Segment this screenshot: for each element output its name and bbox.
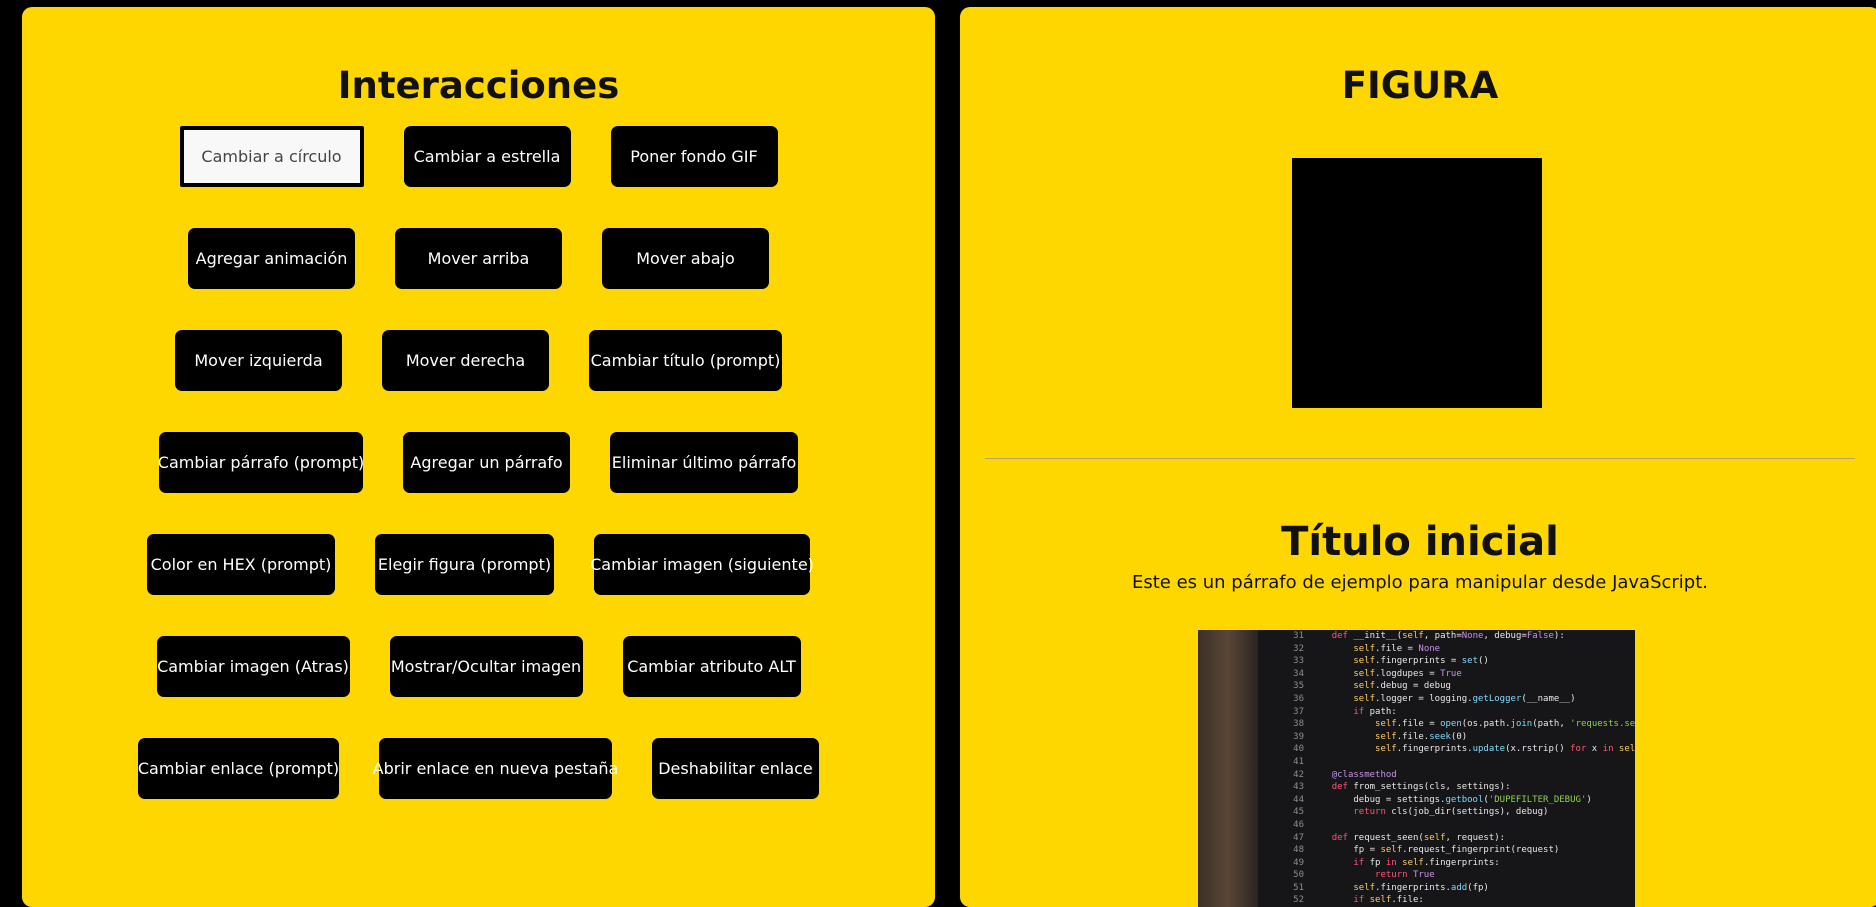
disable-link-button[interactable]: Deshabilitar enlace bbox=[652, 738, 819, 799]
code-line: self.file.seek(0) bbox=[1375, 731, 1468, 742]
code-line: self.fingerprints = set() bbox=[1353, 656, 1489, 667]
line-number: 33 bbox=[1293, 656, 1304, 667]
code-line: return cls(job_dir(settings), debug) bbox=[1353, 807, 1549, 818]
code-line: debug = settings.getbool('DUPEFILTER_DEB… bbox=[1310, 794, 1592, 805]
line-number: 48 bbox=[1293, 845, 1304, 856]
button-row-1: Cambiar a círculo Cambiar a estrella Pon… bbox=[22, 126, 935, 187]
code-line: self.file = open(os.path.join(path, 'req… bbox=[1375, 719, 1635, 730]
change-alt-attribute-button[interactable]: Cambiar atributo ALT bbox=[622, 636, 801, 697]
set-gif-background-button[interactable]: Poner fondo GIF bbox=[610, 126, 778, 187]
code-line: if fp in self.fingerprints: bbox=[1353, 857, 1500, 868]
laptop-bezel bbox=[1198, 630, 1258, 907]
change-title-prompt-button[interactable]: Cambiar título (prompt) bbox=[589, 330, 782, 391]
code-line: self.fingerprints.add(fp) bbox=[1353, 882, 1489, 893]
line-number: 34 bbox=[1293, 668, 1304, 679]
move-up-button[interactable]: Mover arriba bbox=[395, 228, 562, 289]
code-line: self.fingerprints.update(x.rstrip() for … bbox=[1375, 744, 1635, 755]
line-number: 32 bbox=[1293, 643, 1304, 654]
code-lines: def __init__(self, path=None, debug=Fals… bbox=[1310, 630, 1635, 907]
code-line: def __init__(self, path=None, debug=Fals… bbox=[1331, 631, 1565, 641]
button-row-7: Cambiar enlace (prompt) Abrir enlace en … bbox=[22, 738, 935, 799]
open-link-new-tab-button[interactable]: Abrir enlace en nueva pestaña bbox=[373, 738, 618, 799]
line-number: 51 bbox=[1293, 882, 1304, 893]
line-number: 46 bbox=[1293, 819, 1304, 830]
line-number: 47 bbox=[1293, 832, 1304, 843]
figure-title: FIGURA bbox=[1341, 64, 1499, 107]
add-paragraph-button[interactable]: Agregar un párrafo bbox=[403, 432, 570, 493]
line-number: 38 bbox=[1293, 719, 1304, 730]
line-number-gutter: 31 32 33 34 35 36 37 38 39 40 41 42 43 44 45 46 47 48 49 50… bbox=[1274, 630, 1304, 907]
change-link-prompt-button[interactable]: Cambiar enlace (prompt) bbox=[138, 738, 339, 799]
choose-shape-prompt-button[interactable]: Elegir figura (prompt) bbox=[375, 534, 554, 595]
line-number: 35 bbox=[1293, 681, 1304, 692]
main-paragraph: Este es un párrafo de ejemplo para manip… bbox=[1131, 572, 1709, 593]
remove-last-paragraph-button[interactable]: Eliminar último párrafo bbox=[610, 432, 798, 493]
line-number: 31 bbox=[1293, 631, 1304, 641]
code-line: self.file = None bbox=[1353, 643, 1441, 654]
hex-color-prompt-button[interactable]: Color en HEX (prompt) bbox=[147, 534, 335, 595]
button-row-2: Agregar animación Mover arriba Mover aba… bbox=[22, 228, 935, 289]
button-row-6: Cambiar imagen (Atras) Mostrar/Ocultar i… bbox=[22, 636, 935, 697]
figure-panel: FIGURA Título inicial Este es un párrafo… bbox=[960, 7, 1876, 907]
line-number: 45 bbox=[1293, 807, 1304, 818]
line-number: 40 bbox=[1293, 744, 1304, 755]
code-image: 31 32 33 34 35 36 37 38 39 40 41 42 43 44 45 46 47 48 49 50… bbox=[1198, 630, 1635, 907]
line-number: 52 bbox=[1293, 895, 1304, 906]
main-heading: Título inicial bbox=[1281, 519, 1559, 565]
change-paragraph-prompt-button[interactable]: Cambiar párrafo (prompt) bbox=[158, 432, 364, 493]
line-number: 44 bbox=[1293, 794, 1304, 805]
add-animation-button[interactable]: Agregar animación bbox=[188, 228, 355, 289]
move-left-button[interactable]: Mover izquierda bbox=[175, 330, 342, 391]
line-number: 50 bbox=[1293, 870, 1304, 881]
code-line: self.debug = debug bbox=[1353, 681, 1451, 692]
button-row-5: Color en HEX (prompt) Elegir figura (pro… bbox=[22, 534, 935, 595]
figure-shape bbox=[1292, 158, 1542, 408]
move-right-button[interactable]: Mover derecha bbox=[382, 330, 549, 391]
move-down-button[interactable]: Mover abajo bbox=[602, 228, 769, 289]
code-line: @classmethod bbox=[1331, 769, 1397, 780]
toggle-image-button[interactable]: Mostrar/Ocultar imagen bbox=[389, 636, 583, 697]
line-number: 39 bbox=[1293, 731, 1304, 742]
code-line: if path: bbox=[1353, 706, 1397, 717]
interactions-panel: Interacciones Cambiar a círculo Cambiar … bbox=[22, 7, 935, 907]
line-number: 36 bbox=[1293, 693, 1304, 704]
button-row-3: Mover izquierda Mover derecha Cambiar tí… bbox=[22, 330, 935, 391]
line-number: 37 bbox=[1293, 706, 1304, 717]
divider bbox=[985, 458, 1855, 459]
code-line: self.logger = logging.getLogger(__name__… bbox=[1353, 693, 1576, 704]
line-number: 43 bbox=[1293, 782, 1304, 793]
code-line: self.logdupes = True bbox=[1353, 668, 1462, 679]
line-number: 42 bbox=[1293, 769, 1304, 780]
code-line: return True bbox=[1375, 870, 1435, 881]
change-to-circle-button[interactable]: Cambiar a círculo bbox=[179, 126, 364, 187]
code-line: fp = self.request_fingerprint(request) bbox=[1310, 845, 1560, 856]
button-row-4: Cambiar párrafo (prompt) Agregar un párr… bbox=[22, 432, 935, 493]
line-number: 49 bbox=[1293, 857, 1304, 868]
next-image-button[interactable]: Cambiar imagen (siguiente) bbox=[590, 534, 814, 595]
previous-image-button[interactable]: Cambiar imagen (Atras) bbox=[156, 636, 350, 697]
line-number: 41 bbox=[1293, 756, 1304, 767]
change-to-star-button[interactable]: Cambiar a estrella bbox=[403, 126, 571, 187]
code-line: def request_seen(self, request): bbox=[1331, 832, 1506, 843]
code-line: if self.file: bbox=[1353, 895, 1424, 906]
interactions-title: Interacciones bbox=[337, 64, 620, 107]
code-line: def from_settings(cls, settings): bbox=[1331, 782, 1511, 793]
